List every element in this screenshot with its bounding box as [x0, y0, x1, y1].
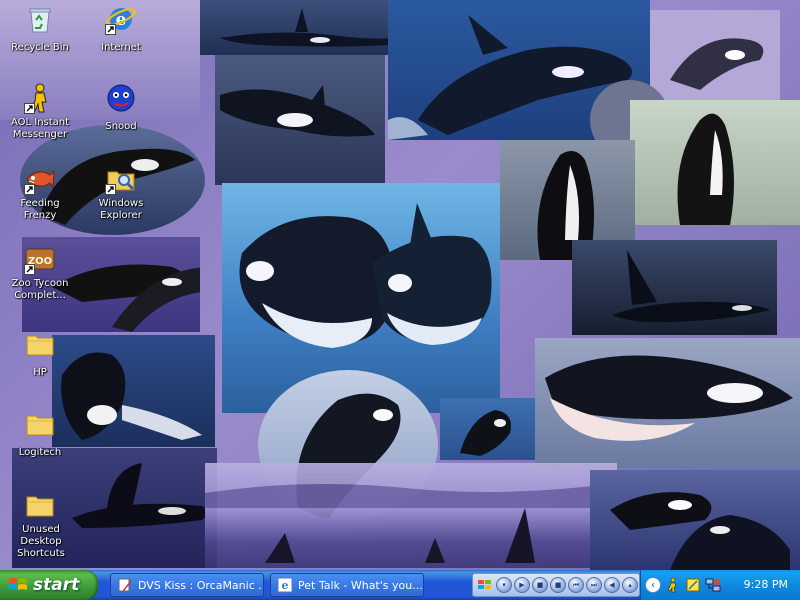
media-player-toolbar: ▾ ▶ ■ ■ ⏮ ⏭ ◀ ▴: [472, 573, 640, 597]
taskbar-button-label: DVS Kiss : OrcaManic ...: [138, 578, 263, 592]
windows-media-logo-icon: [478, 580, 491, 589]
desktop-icon-folder-hp[interactable]: HP: [2, 328, 78, 379]
shortcut-arrow-icon: [24, 264, 35, 275]
desktop-icon-label: Logitech: [18, 447, 62, 458]
start-label: start: [33, 575, 80, 595]
desktop-icon-label: Recycle Bin: [11, 42, 69, 53]
folder-icon: [24, 489, 56, 521]
shortcut-arrow-icon: [105, 184, 116, 195]
internet-explorer-icon: e: [105, 3, 137, 35]
internet-explorer-icon: e: [277, 577, 293, 593]
desktop-icon-label: Internet: [101, 42, 141, 53]
snood-icon: [105, 82, 137, 114]
show-hidden-icons-chevron-icon[interactable]: ‹: [645, 577, 661, 593]
shortcut-arrow-icon: [105, 24, 116, 35]
desktop-icon-zoo-tycoon[interactable]: ZOO Zoo Tycoon Complet...: [2, 243, 78, 302]
media-stop-icon[interactable]: ■: [550, 577, 566, 593]
aol-messenger-icon: [24, 82, 56, 114]
desktop-icon-recycle-bin[interactable]: Recycle Bin: [2, 3, 78, 54]
media-stop-icon[interactable]: ■: [532, 577, 548, 593]
network-tray-icon[interactable]: [705, 577, 721, 593]
desktop-icon-label: Zoo Tycoon Complet...: [11, 278, 69, 301]
media-volume-icon[interactable]: ◀: [604, 577, 620, 593]
desktop-icon-label: AOL Instant Messenger: [10, 117, 70, 140]
sticky-notes-tray-icon[interactable]: [685, 577, 701, 593]
wallpaper-photo: [630, 100, 800, 225]
desktop-icon-label: Feeding Frenzy: [20, 198, 60, 221]
wallpaper-photo: [590, 470, 800, 570]
media-play-icon[interactable]: ▶: [514, 577, 530, 593]
desktop-icon-label: Windows Explorer: [98, 198, 144, 221]
desktop-icon-label: HP: [33, 367, 47, 378]
media-restore-icon[interactable]: ▴: [622, 577, 638, 593]
windows-explorer-icon: [105, 163, 137, 195]
media-menu-icon[interactable]: ▾: [496, 577, 512, 593]
desktop-icon-windows-explorer[interactable]: Windows Explorer: [83, 163, 159, 222]
wallpaper-photo: [572, 240, 777, 335]
zoo-tycoon-icon: ZOO: [24, 243, 56, 275]
desktop-icon-label: Snood: [105, 121, 137, 132]
folder-icon: [24, 328, 56, 360]
wallpaper-photo: [440, 398, 535, 460]
shortcut-arrow-icon: [24, 184, 35, 195]
start-button[interactable]: start: [0, 570, 98, 600]
desktop-icon-feeding-frenzy[interactable]: Feeding Frenzy: [2, 163, 78, 222]
taskbar-clock[interactable]: 9:28 PM: [744, 578, 788, 591]
wallpaper-photo: [205, 463, 617, 568]
aol-messenger-tray-icon[interactable]: [665, 577, 681, 593]
wallpaper-photo: [215, 55, 385, 185]
taskbar-button-pet-talk[interactable]: e Pet Talk - What's you...: [270, 573, 424, 597]
recycle-bin-icon: [24, 3, 56, 35]
desktop-icon-snood[interactable]: Snood: [83, 82, 159, 133]
pen-document-icon: [118, 578, 132, 592]
feeding-frenzy-icon: [24, 163, 56, 195]
windows-logo-icon: [9, 578, 27, 590]
wallpaper-photo: [650, 10, 780, 100]
desktop-icon-internet[interactable]: e Internet: [83, 3, 159, 54]
folder-icon: [24, 408, 56, 440]
desktop-icon-folder-unused-shortcuts[interactable]: Unused Desktop Shortcuts: [2, 489, 78, 560]
shortcut-arrow-icon: [24, 103, 35, 114]
media-previous-icon[interactable]: ⏮: [568, 577, 584, 593]
taskbar-button-dvs-kiss[interactable]: DVS Kiss : OrcaManic ...: [110, 573, 264, 597]
desktop-icon-aol-instant-messenger[interactable]: AOL Instant Messenger: [2, 82, 78, 141]
wallpaper-photo: [535, 338, 800, 468]
taskbar: start DVS Kiss : OrcaManic ... e Pet Tal…: [0, 570, 800, 600]
media-next-icon[interactable]: ⏭: [586, 577, 602, 593]
desktop-icon-folder-logitech[interactable]: Logitech: [2, 408, 78, 459]
system-tray: ‹ 9:28 PM: [640, 570, 800, 600]
desktop-icon-label: Unused Desktop Shortcuts: [17, 524, 65, 559]
taskbar-button-label: Pet Talk - What's you...: [298, 578, 423, 592]
svg-text:e: e: [282, 579, 289, 592]
